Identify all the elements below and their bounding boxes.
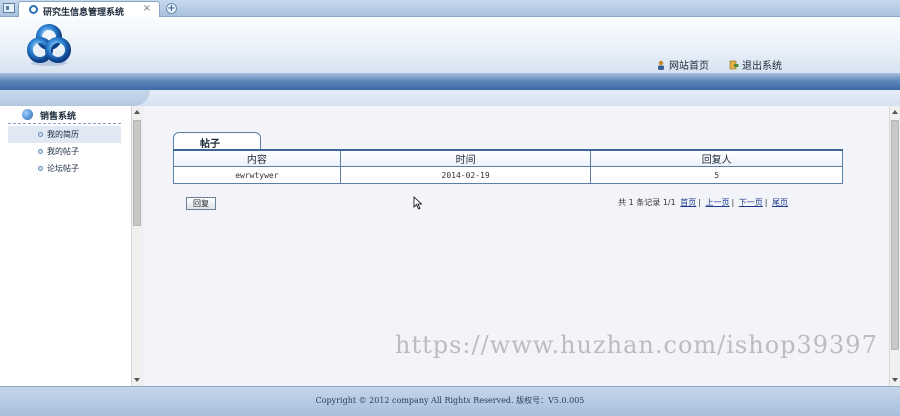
prev-page-link[interactable]: 上一页 — [706, 198, 730, 207]
tab-posts-label: 帖子 — [200, 139, 220, 150]
main-scrollbar[interactable] — [889, 106, 900, 386]
next-page-link[interactable]: 下一页 — [739, 198, 763, 207]
cell-content: ewrwtywer — [173, 166, 341, 184]
scroll-up-icon[interactable] — [892, 110, 898, 114]
mouse-cursor-icon — [413, 196, 423, 210]
bullet-icon — [38, 166, 43, 171]
header-nav: 网站首页 退出系统 — [656, 57, 782, 72]
main-scroll-thumb[interactable] — [891, 120, 899, 350]
pagination: 共 1 条记录 1/1 首页 | 上一页 | 下一页 | 尾页 — [618, 197, 790, 208]
sidebar-item-label: 论坛帖子 — [47, 164, 79, 173]
cell-replier: 5 — [590, 166, 843, 184]
sidebar-cap — [0, 90, 150, 106]
pager-separator: | — [764, 198, 768, 207]
pager-separator: | — [698, 198, 701, 207]
last-page-link[interactable]: 尾页 — [772, 198, 788, 207]
column-header-replier: 回复人 — [590, 149, 843, 167]
table-row[interactable]: ewrwtywer 2014-02-19 5 — [173, 166, 843, 184]
site-footer: Copyright © 2012 company All Rights Rese… — [0, 386, 900, 416]
tab-posts[interactable]: 帖子 — [173, 132, 261, 150]
bullet-icon — [38, 132, 43, 137]
sidebar-item-label: 我的简历 — [47, 130, 79, 139]
site-header: 网站首页 退出系统 — [0, 17, 900, 73]
logo-icon — [27, 24, 71, 66]
scroll-down-icon[interactable] — [892, 378, 898, 382]
logout-link[interactable]: 退出系统 — [729, 57, 782, 72]
site-favicon-icon — [29, 5, 38, 14]
posts-table: 内容 时间 回复人 ewrwtywer 2014-02-19 5 — [173, 149, 843, 184]
table-header-row: 内容 时间 回复人 — [173, 149, 843, 167]
home-link[interactable]: 网站首页 — [656, 57, 709, 72]
sidebar-item-label: 我的帖子 — [47, 147, 79, 156]
sidebar: 销售系统 我的简历 我的帖子 论坛帖子 — [0, 106, 131, 386]
cell-time: 2014-02-19 — [339, 166, 592, 184]
sidebar-item-my-posts[interactable]: 我的帖子 — [8, 143, 121, 160]
column-header-time: 时间 — [339, 149, 592, 167]
system-globe-icon — [22, 109, 33, 120]
browser-tab-bar: 研究生信息管理系统 × + — [0, 0, 900, 18]
pager-separator: | — [731, 198, 735, 207]
logout-link-label: 退出系统 — [742, 61, 782, 72]
scroll-up-icon[interactable] — [134, 110, 140, 114]
main-content: 帖子 内容 时间 回复人 ewrwtywer 2014-02-19 5 回复 共… — [143, 106, 890, 386]
sidebar-item-forum-posts[interactable]: 论坛帖子 — [8, 160, 121, 177]
window-menu-icon[interactable] — [3, 3, 15, 13]
sidebar-scroll-thumb[interactable] — [133, 120, 141, 226]
exit-icon — [729, 60, 739, 69]
header-sub-band — [0, 90, 900, 106]
copyright-text: Copyright © 2012 company All Rights Rese… — [315, 396, 585, 405]
sidebar-scrollbar[interactable] — [131, 106, 142, 386]
bullet-icon — [38, 149, 43, 154]
person-icon — [658, 60, 664, 70]
scroll-down-icon[interactable] — [134, 378, 140, 382]
sidebar-section-title: 销售系统 — [40, 112, 77, 122]
column-header-content: 内容 — [173, 149, 341, 167]
browser-tab[interactable]: 研究生信息管理系统 × — [18, 1, 160, 18]
header-blue-band — [0, 73, 900, 90]
reply-button[interactable]: 回复 — [186, 197, 216, 210]
close-tab-icon[interactable]: × — [143, 4, 151, 14]
sidebar-item-my-resume[interactable]: 我的简历 — [8, 126, 121, 143]
first-page-link[interactable]: 首页 — [680, 198, 696, 207]
pagination-summary: 共 1 条记录 1/1 — [618, 198, 676, 207]
new-tab-icon[interactable]: + — [166, 3, 177, 14]
home-link-label: 网站首页 — [669, 61, 709, 72]
